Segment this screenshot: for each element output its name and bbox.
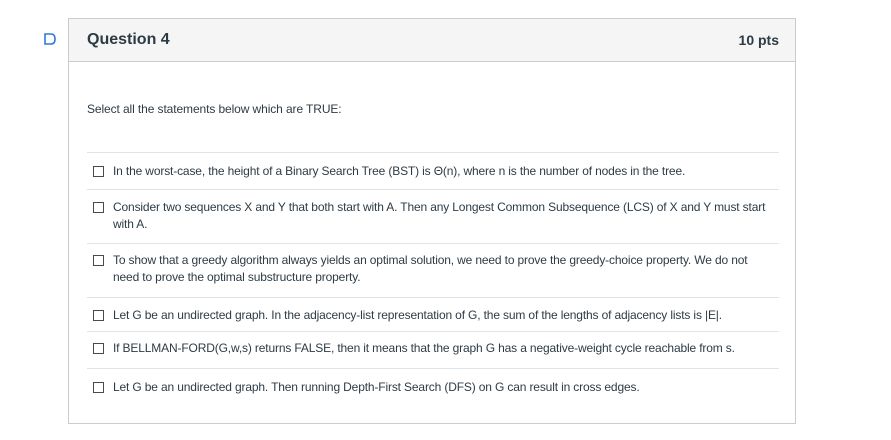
answer-option-4[interactable]: Let G be an undirected graph. In the adj… xyxy=(87,297,779,331)
answer-option-3[interactable]: To show that a greedy algorithm always y… xyxy=(87,243,779,297)
checkbox-unchecked-icon[interactable] xyxy=(93,343,104,354)
checkbox-unchecked-icon[interactable] xyxy=(93,310,104,321)
answer-text: To show that a greedy algorithm always y… xyxy=(113,253,748,284)
answer-option-1[interactable]: In the worst-case, the height of a Binar… xyxy=(87,152,779,189)
bookmark-bracket-icon[interactable] xyxy=(42,33,56,45)
question-prompt: Select all the statements below which ar… xyxy=(87,102,342,116)
checkbox-unchecked-icon[interactable] xyxy=(93,382,104,393)
answer-option-2[interactable]: Consider two sequences X and Y that both… xyxy=(87,189,779,243)
answer-text: Let G be an undirected graph. In the adj… xyxy=(113,308,722,322)
question-title: Question 4 xyxy=(87,31,170,48)
answer-list: In the worst-case, the height of a Binar… xyxy=(87,152,779,405)
answer-option-5[interactable]: If BELLMAN-FORD(G,w,s) returns FALSE, th… xyxy=(87,331,779,368)
question-card: Question 4 10 pts Select all the stateme… xyxy=(68,18,796,424)
quiz-page: Question 4 10 pts Select all the stateme… xyxy=(0,0,891,440)
answer-text: In the worst-case, the height of a Binar… xyxy=(113,164,686,178)
checkbox-unchecked-icon[interactable] xyxy=(93,202,104,213)
answer-text: If BELLMAN-FORD(G,w,s) returns FALSE, th… xyxy=(113,341,735,355)
question-header: Question 4 10 pts xyxy=(69,19,795,62)
answer-option-6[interactable]: Let G be an undirected graph. Then runni… xyxy=(87,368,779,405)
question-points: 10 pts xyxy=(738,32,779,48)
answer-text: Let G be an undirected graph. Then runni… xyxy=(113,380,640,394)
checkbox-unchecked-icon[interactable] xyxy=(93,255,104,266)
checkbox-unchecked-icon[interactable] xyxy=(93,166,104,177)
answer-text: Consider two sequences X and Y that both… xyxy=(113,200,766,231)
